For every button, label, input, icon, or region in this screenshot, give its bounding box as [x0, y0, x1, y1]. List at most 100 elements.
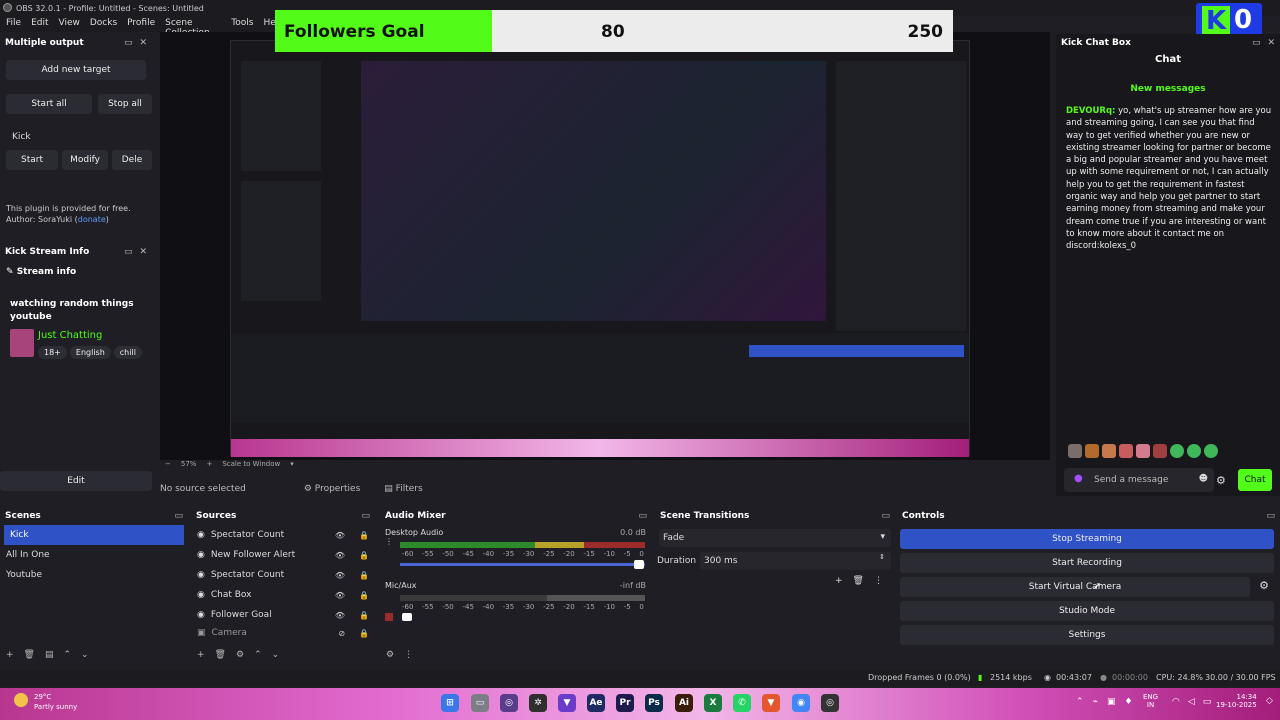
emote-icon[interactable]: [1170, 444, 1184, 458]
float-icon[interactable]: ▭: [124, 247, 133, 257]
lock-icon[interactable]: 🔒: [359, 551, 369, 560]
eye-hidden-icon[interactable]: ⊘: [338, 629, 345, 638]
close-icon[interactable]: ✕: [1267, 38, 1275, 48]
source-item[interactable]: ◉ Follower Goal 👁 🔒: [191, 605, 375, 625]
camera-icon[interactable]: ▣: [1107, 697, 1116, 707]
wifi-icon[interactable]: ◠: [1172, 697, 1180, 707]
chatgpt-icon[interactable]: ✲: [529, 694, 547, 712]
float-icon[interactable]: ▭: [638, 511, 647, 521]
trash-icon[interactable]: 🗑: [853, 576, 864, 586]
chevron-down-icon[interactable]: ▾: [290, 460, 294, 472]
mute-icon[interactable]: [385, 613, 393, 621]
file-explorer-icon[interactable]: ▭: [471, 694, 489, 712]
filters-button[interactable]: ▤ Filters: [384, 484, 422, 494]
add-icon[interactable]: +: [197, 650, 205, 660]
source-item[interactable]: ◉ New Follower Alert 👁 🔒: [191, 545, 375, 565]
emote-icon[interactable]: [1204, 444, 1218, 458]
premiere-icon[interactable]: Pr: [616, 694, 634, 712]
menu-docks[interactable]: Docks: [90, 18, 117, 30]
settings-button[interactable]: Settings: [900, 625, 1274, 645]
scene-item[interactable]: Kick: [4, 525, 184, 545]
chrome-icon[interactable]: ◉: [792, 694, 810, 712]
float-icon[interactable]: ▭: [1266, 511, 1275, 521]
float-icon[interactable]: ▭: [881, 511, 890, 521]
illustrator-icon[interactable]: Ai: [675, 694, 693, 712]
float-icon[interactable]: ▭: [174, 511, 183, 521]
language-indicator[interactable]: ENG IN: [1143, 693, 1158, 709]
clock[interactable]: 14:34 19-10-2025: [1216, 693, 1257, 709]
lock-icon[interactable]: 🔒: [359, 571, 369, 580]
chevron-up-icon[interactable]: ⌃: [64, 650, 72, 660]
stop-streaming-button[interactable]: Stop Streaming: [900, 529, 1274, 549]
scene-item[interactable]: All In One: [0, 545, 188, 565]
chevron-down-icon[interactable]: ⌄: [81, 650, 89, 660]
source-item[interactable]: ◉ Spectator Count 👁 🔒: [191, 525, 375, 545]
chevron-down-icon[interactable]: ⌄: [272, 650, 280, 660]
add-target-button[interactable]: Add new target: [6, 60, 146, 80]
donate-link[interactable]: donate: [78, 215, 106, 224]
emote-icon[interactable]: [1136, 444, 1150, 458]
scene-item[interactable]: Youtube: [0, 565, 188, 585]
emote-icon[interactable]: [1085, 444, 1099, 458]
desktop-volume-slider[interactable]: [400, 563, 645, 566]
studio-mode-button[interactable]: Studio Mode: [900, 601, 1274, 621]
kebab-icon[interactable]: ⋮: [385, 537, 393, 546]
volume-icon[interactable]: ◁: [1188, 697, 1195, 707]
stop-all-button[interactable]: Stop all: [98, 94, 152, 114]
menu-scene-collection[interactable]: Scene Collection: [165, 18, 221, 38]
target-start-button[interactable]: Start: [6, 150, 58, 170]
gear-icon[interactable]: ⚙: [386, 650, 394, 660]
duration-input[interactable]: 300 ms ⇕: [700, 552, 891, 570]
emote-icon[interactable]: [1187, 444, 1201, 458]
emote-icon[interactable]: [1068, 444, 1082, 458]
settings-gear-icon[interactable]: ⚙: [1216, 474, 1226, 487]
windows-start-icon[interactable]: ⊞: [441, 694, 459, 712]
zoom-out-icon[interactable]: −: [165, 460, 171, 472]
eye-icon[interactable]: 👁: [335, 611, 345, 620]
lock-icon[interactable]: 🔒: [359, 591, 369, 600]
emote-icon[interactable]: [1102, 444, 1116, 458]
chat-username[interactable]: DEVOURq:: [1066, 106, 1115, 116]
float-icon[interactable]: ▭: [361, 511, 370, 521]
scale-mode[interactable]: Scale to Window: [222, 460, 280, 472]
kebab-icon[interactable]: ⋮: [874, 576, 883, 586]
obs-icon[interactable]: ◎: [500, 694, 518, 712]
float-icon[interactable]: ▭: [1252, 38, 1261, 48]
chevron-up-icon[interactable]: ⌃: [254, 650, 262, 660]
gear-icon[interactable]: ⚙: [236, 650, 244, 660]
kebab-icon[interactable]: ⋮: [404, 650, 413, 660]
start-all-button[interactable]: Start all: [6, 94, 92, 114]
chat-input[interactable]: ● Send a message ☻: [1064, 468, 1214, 492]
lock-icon[interactable]: 🔒: [359, 531, 369, 540]
preview-canvas[interactable]: Followers Goal 80 250: [160, 32, 1050, 460]
close-icon[interactable]: ✕: [139, 247, 147, 257]
float-icon[interactable]: ▭: [124, 38, 133, 48]
spin-icon[interactable]: ⇕: [879, 553, 885, 561]
battery-icon[interactable]: ▭: [1203, 697, 1212, 707]
target-delete-button[interactable]: Dele: [112, 150, 152, 170]
mic-slider-handle[interactable]: [402, 613, 412, 621]
menu-file[interactable]: File: [6, 18, 21, 30]
mic-icon[interactable]: ●: [1074, 473, 1083, 484]
source-item[interactable]: ◉ Spectator Count 👁 🔒: [191, 565, 375, 585]
source-item[interactable]: ▣ Camera ⊘ 🔒: [191, 625, 375, 641]
notification-icon[interactable]: ◇: [1266, 696, 1273, 706]
chat-send-button[interactable]: Chat: [1238, 469, 1272, 491]
target-modify-button[interactable]: Modify: [62, 150, 108, 170]
trash-icon[interactable]: 🗑: [215, 650, 226, 660]
menu-edit[interactable]: Edit: [31, 18, 48, 30]
properties-button[interactable]: ⚙ Properties: [304, 484, 360, 494]
excel-icon[interactable]: X: [704, 694, 722, 712]
emoji-icon[interactable]: ☻: [1199, 474, 1208, 484]
lock-icon[interactable]: 🔒: [359, 629, 369, 638]
add-icon[interactable]: +: [6, 650, 14, 660]
mic-icon[interactable]: ♦: [1124, 697, 1132, 707]
virtual-camera-settings-icon[interactable]: ⚙: [1254, 579, 1274, 595]
slider-handle[interactable]: [634, 560, 644, 569]
eye-icon[interactable]: 👁: [335, 531, 345, 540]
network-icon[interactable]: ⌁: [1093, 697, 1098, 707]
close-icon[interactable]: ✕: [139, 38, 147, 48]
source-item[interactable]: ◉ Chat Box 👁 🔒: [191, 585, 375, 605]
add-icon[interactable]: +: [835, 576, 843, 586]
trash-icon[interactable]: 🗑: [24, 650, 35, 660]
